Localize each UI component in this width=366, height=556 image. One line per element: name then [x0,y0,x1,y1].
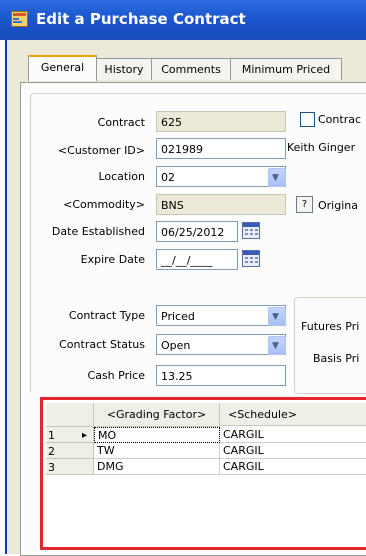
contract-status-select[interactable]: Open [156,334,286,355]
date-established-input[interactable]: 06/25/2012 [156,221,238,242]
calendar-icon[interactable] [242,250,260,267]
location-label: Location [98,170,145,183]
row-header[interactable]: 3 [46,459,94,475]
app-icon [11,11,28,27]
tab-minimum-priced[interactable]: Minimum Priced [230,58,342,80]
commodity-field: BNS [156,194,286,215]
contract-label: Contract [97,116,145,129]
tab-general[interactable]: General [28,55,97,81]
row-number: 2 [48,445,55,458]
futures-group-box [294,297,366,394]
contract-type-select[interactable]: Priced [156,305,286,326]
contract-checkbox[interactable] [300,112,315,127]
window-title: Edit a Purchase Contract [36,10,246,28]
basis-price-label: Basis Pri [313,352,360,365]
contract-field: 625 [156,111,286,132]
row-number: 1 [48,429,55,442]
row-number: 3 [48,461,55,474]
contract-checkbox-label: Contrac [318,113,362,126]
futures-price-label: Futures Pri [301,320,360,333]
origin-label: Origina [318,199,358,212]
contract-status-label: Contract Status [59,338,145,351]
table-cell[interactable]: MO [94,427,220,443]
location-dropdown-button[interactable]: ▼ [268,168,286,187]
chevron-down-icon: ▼ [272,173,279,183]
cash-price-label: Cash Price [87,369,145,382]
table-cell[interactable]: CARGIL [220,443,366,459]
customer-name: Keith Ginger [287,141,356,154]
customer-id-label[interactable]: <Customer ID> [40,144,145,157]
chevron-down-icon: ▼ [272,341,279,351]
commodity-label[interactable]: <Commodity> [40,198,145,211]
grading-factor-column-header[interactable]: <Grading Factor> [94,403,220,427]
location-select[interactable]: 02 [156,166,286,187]
cash-price-input[interactable]: 13.25 [156,365,286,386]
row-header[interactable]: 2 [46,443,94,459]
contract-type-label: Contract Type [68,309,145,322]
contract-type-dropdown-button[interactable]: ▼ [268,307,286,326]
expire-date-input[interactable]: __/__/____ [156,249,238,270]
calendar-icon[interactable] [242,222,260,239]
expire-date-label: Expire Date [80,253,145,266]
tab-history[interactable]: History [96,58,152,80]
row-header[interactable]: 1 ▸ [46,427,94,443]
chevron-down-icon: ▼ [272,312,279,322]
date-established-label: Date Established [51,225,145,238]
grid-corner-header [46,403,94,427]
table-cell[interactable]: CARGIL [220,427,366,443]
help-button[interactable]: ? [296,196,313,213]
title-bar[interactable]: Edit a Purchase Contract [0,0,366,40]
table-cell[interactable]: TW [94,443,220,459]
table-cell[interactable]: DMG [94,459,220,475]
grading-factor-grid[interactable]: <Grading Factor> <Schedule> 1 ▸ MO CARGI… [40,397,366,550]
schedule-column-header[interactable]: <Schedule> [220,403,366,426]
contract-status-dropdown-button[interactable]: ▼ [268,336,286,355]
customer-id-input[interactable]: 021989 [156,138,286,159]
table-cell[interactable]: CARGIL [220,459,366,475]
tab-comments[interactable]: Comments [151,58,231,80]
